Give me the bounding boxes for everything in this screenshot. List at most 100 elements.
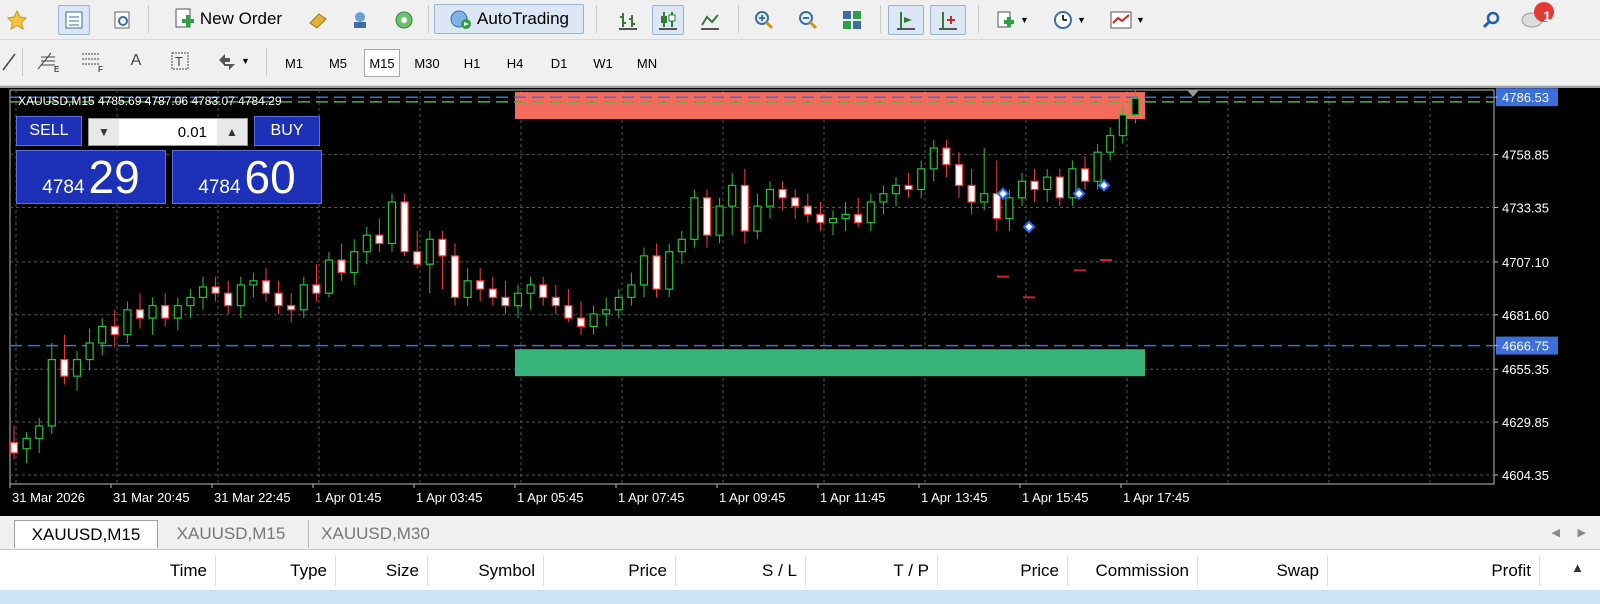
candle-body (828, 217, 838, 224)
one-click-trading-panel: SELL ▼ 0.01 ▲ BUY 4784 29 4784 60 (16, 116, 324, 206)
timeframe-w1[interactable]: W1 (585, 49, 621, 77)
candle-body (488, 288, 497, 298)
bar-chart-icon[interactable] (612, 5, 644, 35)
market-icon[interactable] (388, 5, 420, 35)
indicators-dropdown[interactable]: ▼ (988, 5, 1036, 35)
candlesticks-icon[interactable] (652, 5, 684, 35)
lot-increase-icon[interactable]: ▲ (217, 119, 247, 145)
tab-xauusd-m30[interactable]: XAUUSD,M30 (308, 520, 442, 548)
candle-body (904, 184, 913, 191)
candle-body (173, 305, 182, 319)
candle-body (72, 358, 82, 377)
candle-body (287, 305, 296, 311)
chart-tabs: XAUUSD,M15 XAUUSD,M15 XAUUSD,M30 ◀ ▶ (0, 516, 1600, 550)
price-axis-label: 4629.85 (1502, 415, 1549, 430)
tab-xauusd-m15-1[interactable]: XAUUSD,M15 (14, 520, 158, 548)
lot-size-field[interactable]: ▼ 0.01 ▲ (88, 118, 248, 146)
column-header-symbol[interactable]: Symbol (428, 556, 544, 586)
column-header-profit[interactable]: Profit (1328, 556, 1540, 586)
tab-scroll-left-icon[interactable]: ◀ (1552, 526, 1560, 539)
arrows-dropdown[interactable]: ▼ (208, 46, 258, 76)
sell-price[interactable]: 4784 29 (16, 150, 166, 204)
column-header-swap[interactable]: Swap (1198, 556, 1328, 586)
drawing-toolbar: E F A T ▼ (0, 40, 1600, 86)
templates-dropdown[interactable]: ▼ (1102, 5, 1152, 35)
price-chart[interactable]: 4786.53 4758.85 4733.35 4707.10 4681.60 4666.… (0, 86, 1600, 516)
fibonacci-retracement-icon[interactable]: F (76, 46, 108, 76)
favorites-star-icon[interactable] (4, 5, 30, 35)
candle-body (198, 286, 208, 298)
line-tool-icon[interactable] (0, 46, 18, 76)
svg-text:T: T (175, 54, 183, 69)
new-order-button[interactable]: New Order (160, 4, 294, 34)
candle-body (576, 317, 586, 328)
sell-button[interactable]: SELL (16, 116, 82, 146)
timeframe-m1[interactable]: M1 (276, 49, 312, 77)
candle-body (677, 238, 686, 253)
candle-body (765, 188, 775, 207)
time-axis-label: 1 Apr 03:45 (416, 490, 483, 505)
text-label-icon[interactable]: T (164, 46, 196, 76)
candle-body (929, 147, 938, 170)
price-axis-label: 4758.85 (1502, 148, 1549, 163)
candle-body (85, 342, 94, 361)
candle-body (1043, 176, 1052, 191)
chart-shift-icon[interactable] (888, 5, 924, 35)
zoom-in-icon[interactable] (748, 5, 780, 35)
lot-decrease-icon[interactable]: ▼ (89, 119, 119, 145)
line-chart-icon[interactable] (694, 5, 726, 35)
search-icon[interactable] (1478, 5, 1506, 35)
lot-size-value[interactable]: 0.01 (119, 124, 217, 141)
auto-scroll-icon[interactable] (930, 5, 966, 35)
candle-body (211, 286, 220, 294)
column-header-tp[interactable]: T / P (806, 556, 938, 586)
timeframe-mn[interactable]: MN (629, 49, 665, 77)
candle-body (337, 259, 346, 274)
column-header-price[interactable]: Price (544, 556, 676, 586)
candle-body (665, 251, 674, 290)
tab-scroll-right-icon[interactable]: ▶ (1578, 526, 1586, 539)
price-axis-label: 4655.35 (1502, 362, 1549, 377)
candle-body (551, 296, 560, 307)
candle-body (312, 284, 321, 294)
buy-price[interactable]: 4784 60 (172, 150, 322, 204)
periods-dropdown[interactable]: ▼ (1044, 5, 1094, 35)
column-header-size[interactable]: Size (336, 556, 428, 586)
timeframe-m15[interactable]: M15 (364, 49, 400, 77)
auto-trading-button[interactable]: AutoTrading (434, 4, 584, 34)
tile-windows-icon[interactable] (836, 5, 868, 35)
candle-body (740, 184, 749, 232)
candle-body (639, 255, 649, 286)
fibonacci-expansion-icon[interactable]: E (32, 46, 64, 76)
main-toolbar: New Order AutoTrading ▼ ▼ ▼ 1 (0, 0, 1600, 40)
column-header-time[interactable]: Time (0, 556, 216, 586)
candle-body (1005, 197, 1014, 220)
timeframe-d1[interactable]: D1 (541, 49, 577, 77)
candle-body (715, 205, 724, 236)
candle-body (324, 259, 334, 294)
candle-body (1017, 180, 1027, 199)
column-header-sl[interactable]: S / L (676, 556, 806, 586)
buy-button[interactable]: BUY (254, 116, 320, 146)
table-row[interactable] (0, 590, 1600, 604)
column-menu-icon[interactable]: ▲ (1571, 560, 1584, 575)
buy-price-pips: 60 (244, 151, 296, 203)
timeframe-m30[interactable]: M30 (409, 49, 445, 77)
candle-body (967, 184, 976, 203)
column-header-type[interactable]: Type (216, 556, 336, 586)
zoom-out-icon[interactable] (792, 5, 824, 35)
tab-xauusd-m15-2[interactable]: XAUUSD,M15 (162, 520, 300, 548)
text-tool-icon[interactable]: A (120, 46, 152, 76)
timeframe-m5[interactable]: M5 (320, 49, 356, 77)
timeframe-h1[interactable]: H1 (454, 49, 490, 77)
signals-icon[interactable] (344, 5, 376, 35)
trading-icon[interactable] (302, 5, 334, 35)
time-axis-label: 31 Mar 20:45 (113, 490, 190, 505)
strategy-tester-icon[interactable] (106, 5, 138, 35)
svg-text:E: E (54, 65, 59, 73)
column-header-commission[interactable]: Commission (1068, 556, 1198, 586)
timeframe-h4[interactable]: H4 (497, 49, 533, 77)
market-watch-icon[interactable] (58, 5, 90, 35)
notifications-button[interactable]: 1 (1518, 2, 1558, 32)
column-header-price[interactable]: Price (938, 556, 1068, 586)
